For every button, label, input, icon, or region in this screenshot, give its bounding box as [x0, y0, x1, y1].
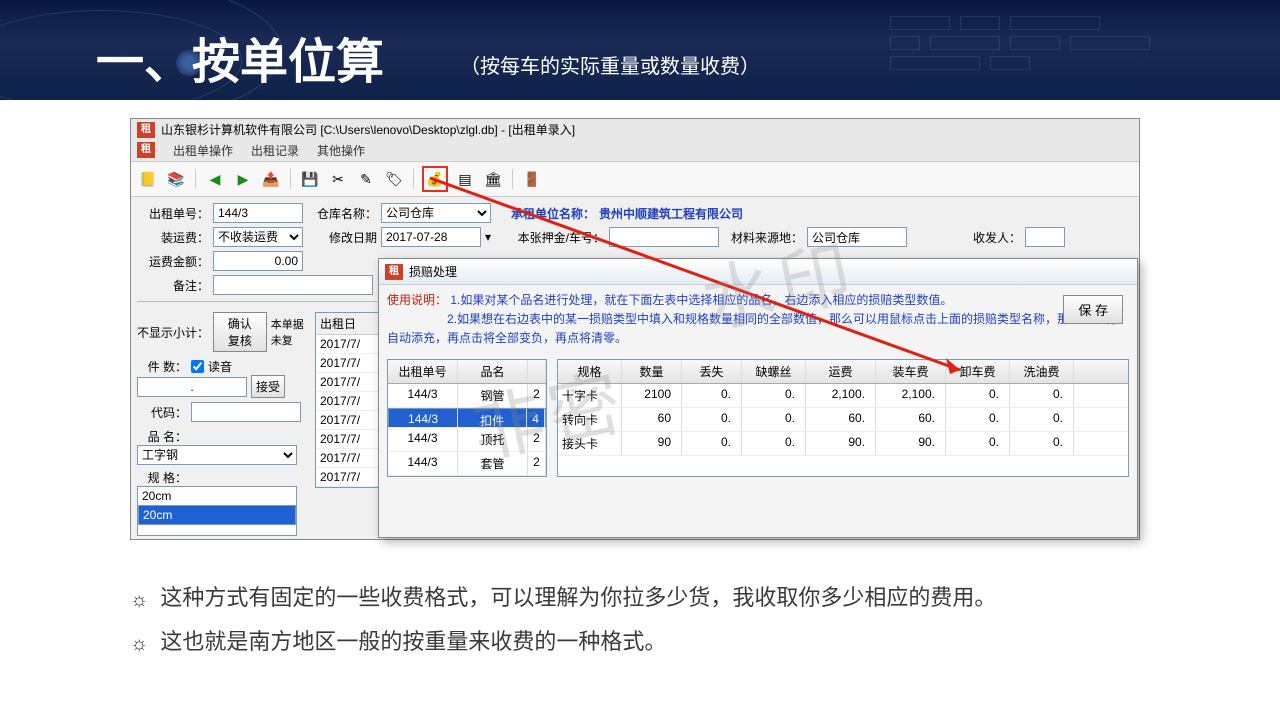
bullet-text: 这也就是南方地区一般的按重量来收费的一种格式。 [160, 624, 666, 660]
bullet-icon: ☼ [130, 628, 148, 660]
bullet-text: 这种方式有固定的一些收费格式，可以理解为你拉多少货，我收取你多少相应的费用。 [160, 580, 996, 616]
bullet-list: ☼这种方式有固定的一些收费格式，可以理解为你拉多少货，我收取你多少相应的费用。 … [130, 580, 1150, 668]
bullet-icon: ☼ [130, 584, 148, 616]
